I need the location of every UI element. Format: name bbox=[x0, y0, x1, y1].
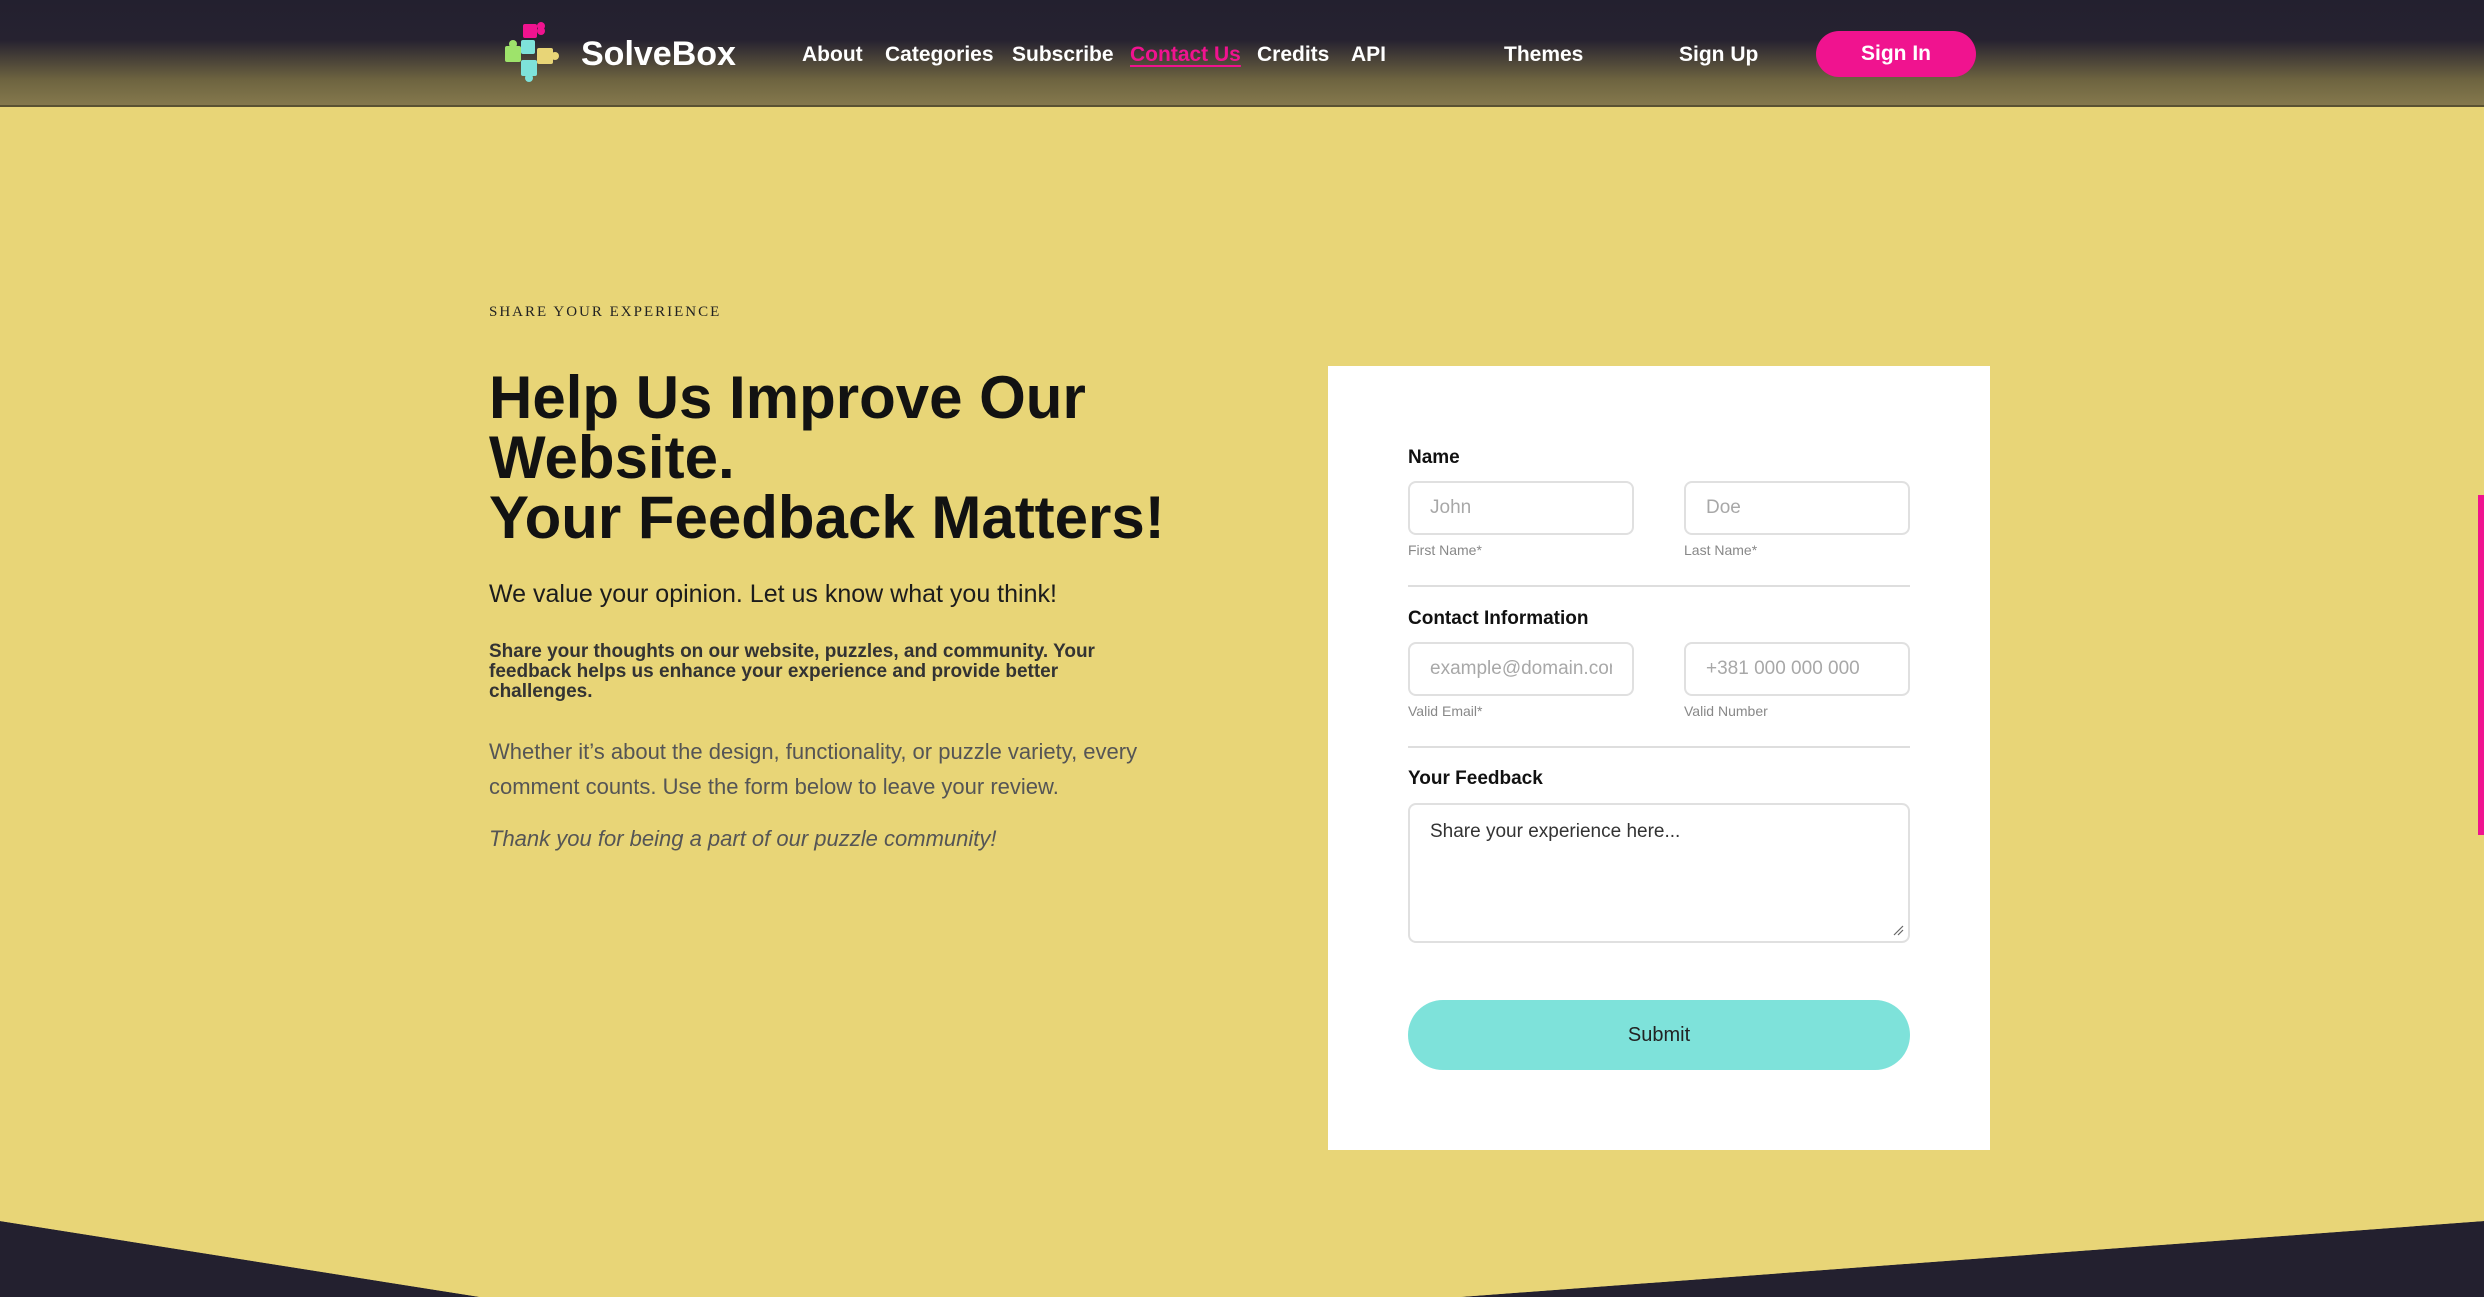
contact-label: Contact Information bbox=[1408, 608, 1589, 629]
section-divider bbox=[1408, 585, 1910, 587]
sign-in-button[interactable]: Sign In bbox=[1816, 31, 1976, 77]
scroll-indicator[interactable] bbox=[2478, 495, 2484, 835]
nav-categories[interactable]: Categories bbox=[885, 40, 994, 70]
lead-text: We value your opinion. Let us know what … bbox=[489, 580, 1057, 608]
headline-line-2: Website. bbox=[489, 424, 735, 491]
headline-line-1: Help Us Improve Our bbox=[489, 364, 1086, 431]
submit-button[interactable]: Submit bbox=[1408, 1000, 1910, 1070]
body-paragraph: Whether it’s about the design, functiona… bbox=[489, 739, 1138, 799]
first-name-hint: First Name* bbox=[1408, 542, 1482, 558]
email-input[interactable] bbox=[1408, 642, 1634, 696]
nav-about[interactable]: About bbox=[802, 40, 863, 70]
headline-line-3: Your Feedback Matters! bbox=[489, 484, 1165, 551]
phone-input[interactable] bbox=[1684, 642, 1910, 696]
email-hint: Valid Email* bbox=[1408, 703, 1483, 719]
nav-credits[interactable]: Credits bbox=[1257, 40, 1329, 70]
phone-hint: Valid Number bbox=[1684, 703, 1768, 719]
puzzle-pieces-logo-icon bbox=[497, 20, 567, 90]
last-name-input[interactable] bbox=[1684, 481, 1910, 535]
name-label: Name bbox=[1408, 447, 1460, 468]
resize-grip-icon[interactable] bbox=[1892, 924, 1904, 936]
first-name-input[interactable] bbox=[1408, 481, 1634, 535]
page-title: Help Us Improve Our Website. Your Feedba… bbox=[489, 368, 1189, 548]
nav-subscribe[interactable]: Subscribe bbox=[1012, 40, 1114, 70]
feedback-textarea[interactable] bbox=[1408, 803, 1910, 943]
brand-name: SolveBox bbox=[581, 35, 736, 73]
nav-contact-us[interactable]: Contact Us bbox=[1130, 40, 1241, 70]
feedback-form-card: Name First Name* Last Name* Contact Info… bbox=[1328, 366, 1990, 1150]
brand-logo[interactable]: SolveBox bbox=[497, 20, 736, 90]
section-divider bbox=[1408, 746, 1910, 748]
site-header: SolveBox About Categories Subscribe Cont… bbox=[0, 0, 2484, 107]
nav-api[interactable]: API bbox=[1351, 40, 1386, 70]
bold-paragraph: Share your thoughts on our website, puzz… bbox=[489, 641, 1095, 702]
section-eyebrow: SHARE YOUR EXPERIENCE bbox=[489, 304, 722, 320]
footer-angle-shape bbox=[0, 1215, 2484, 1297]
thanks-paragraph: Thank you for being a part of our puzzle… bbox=[489, 826, 997, 851]
nav-themes[interactable]: Themes bbox=[1504, 40, 1583, 70]
last-name-hint: Last Name* bbox=[1684, 542, 1758, 558]
nav-sign-up[interactable]: Sign Up bbox=[1679, 40, 1758, 70]
feedback-label: Your Feedback bbox=[1408, 768, 1543, 789]
